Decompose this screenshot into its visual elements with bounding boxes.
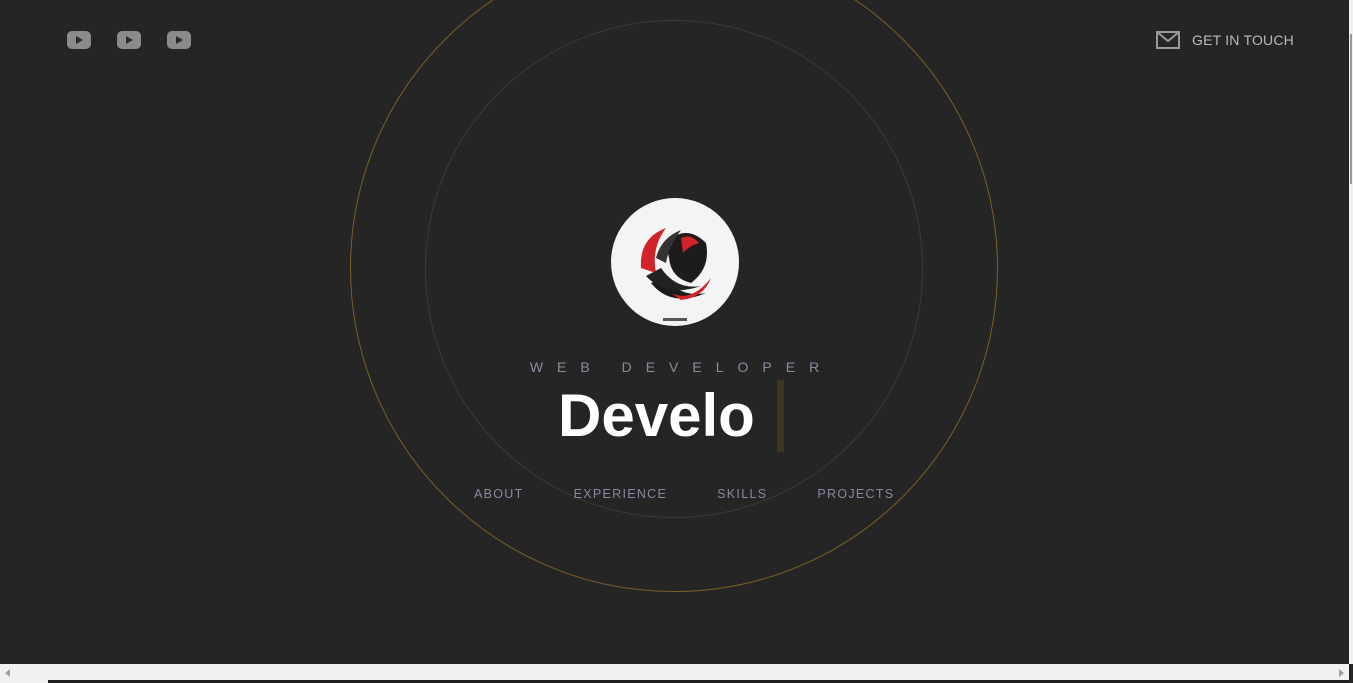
scroll-right-arrow-icon[interactable]: [1339, 669, 1344, 677]
youtube-icon[interactable]: [117, 31, 141, 49]
nav-projects[interactable]: PROJECTS: [817, 487, 894, 501]
get-in-touch-label: GET IN TOUCH: [1192, 32, 1294, 48]
typing-cursor: [776, 380, 784, 452]
scroll-left-arrow-icon[interactable]: [5, 669, 10, 677]
horizontal-scrollbar[interactable]: [0, 664, 1349, 683]
role-subtitle: WEB DEVELOPER: [529, 359, 834, 375]
page: GET IN TOUCH WEB DEVELOPER Develo ABOUT …: [0, 0, 1349, 664]
vertical-scrollbar[interactable]: [1349, 0, 1353, 664]
youtube-icon[interactable]: [67, 31, 91, 49]
social-links: [67, 31, 191, 49]
nav-experience[interactable]: EXPERIENCE: [574, 487, 668, 501]
get-in-touch-button[interactable]: GET IN TOUCH: [1156, 31, 1294, 49]
vertical-scrollbar-thumb[interactable]: [1350, 34, 1352, 184]
mail-icon: [1156, 31, 1180, 49]
main-nav: ABOUT EXPERIENCE SKILLS PROJECTS: [474, 487, 944, 501]
headline-container: Develo: [558, 380, 784, 452]
avatar: [611, 198, 739, 326]
nav-about[interactable]: ABOUT: [474, 487, 524, 501]
headline: Develo: [558, 382, 755, 449]
nav-skills[interactable]: SKILLS: [717, 487, 767, 501]
youtube-icon[interactable]: [167, 31, 191, 49]
lion-logo-icon: [640, 228, 711, 321]
